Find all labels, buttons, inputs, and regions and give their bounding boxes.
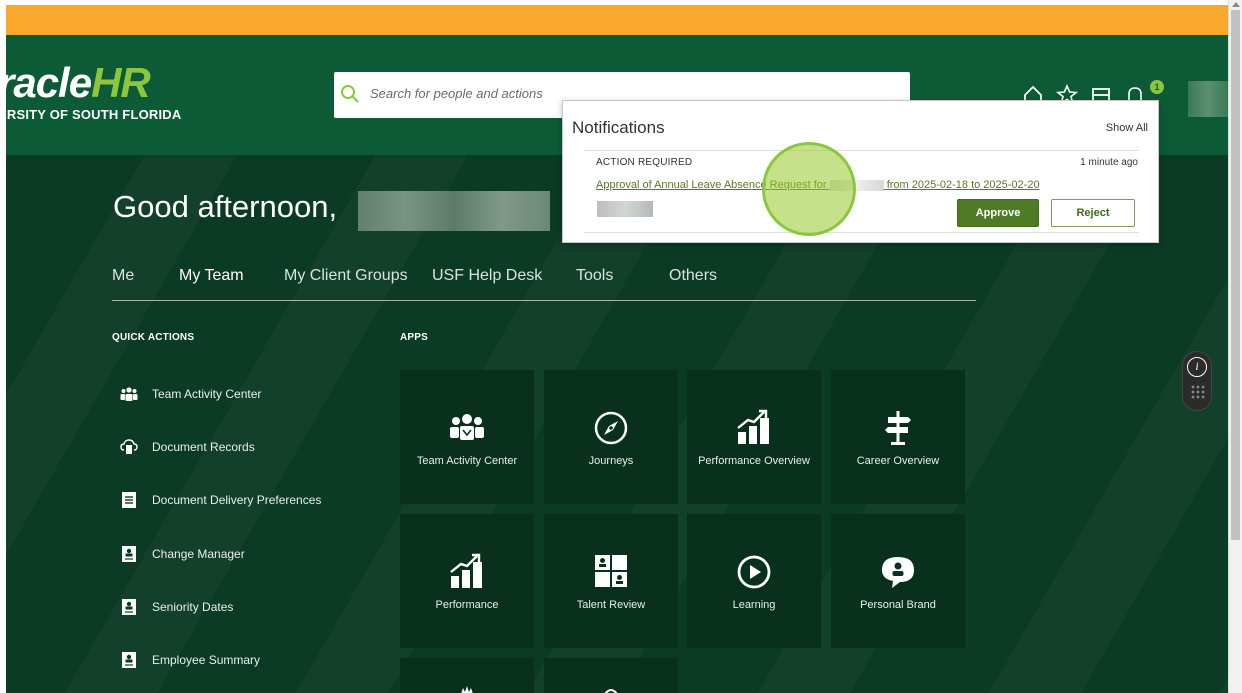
app-tile-label: Learning <box>732 599 776 611</box>
scrollbar-thumb[interactable] <box>1231 10 1240 540</box>
team-icon <box>120 387 138 401</box>
tab-me[interactable]: Me <box>112 267 134 285</box>
help-panel-toggle[interactable]: i <box>1182 351 1212 411</box>
person-card-icon <box>122 599 136 615</box>
app-tile-partial[interactable] <box>544 658 678 693</box>
quick-action-label: Change Manager <box>152 547 245 561</box>
quick-action-team-activity-center[interactable]: Team Activity Center <box>120 383 261 405</box>
search-input[interactable] <box>370 86 890 101</box>
app-tile-personal-brand[interactable]: Personal Brand <box>831 514 965 648</box>
document-cloud-icon <box>120 439 138 454</box>
link-suffix: from 2025-02-18 to 2025-02-20 <box>886 179 1040 191</box>
person-card-icon <box>122 546 136 562</box>
app-tile-team-activity-center[interactable]: Team Activity Center <box>400 370 534 504</box>
performance-chart-icon <box>737 409 769 444</box>
signpost-icon <box>885 411 911 445</box>
logo-wordmark: racleHR <box>0 61 181 105</box>
approve-button[interactable]: Approve <box>957 199 1039 227</box>
notifications-popup: Notifications Show All ACTION REQUIRED 1… <box>562 100 1159 243</box>
quick-actions-heading: QUICK ACTIONS <box>112 332 195 343</box>
tab-others[interactable]: Others <box>669 267 717 285</box>
quick-action-label: Team Activity Center <box>152 387 262 401</box>
app-tile-label: Personal Brand <box>860 599 936 611</box>
divider <box>584 150 1139 151</box>
logo-subtitle: ERSITY OF SOUTH FLORIDA <box>0 107 182 122</box>
app-tile-label: Career Overview <box>856 455 940 467</box>
show-all-link[interactable]: Show All <box>1106 122 1148 134</box>
app-tile-career-overview[interactable]: Career Overview <box>831 370 965 504</box>
quick-action-employee-summary[interactable]: Employee Summary <box>120 649 260 671</box>
grid-dots-icon[interactable] <box>1190 384 1206 400</box>
app-tile-label: Journeys <box>588 455 634 467</box>
compass-icon <box>594 411 628 445</box>
play-circle-icon <box>737 555 771 589</box>
quick-action-seniority-dates[interactable]: Seniority Dates <box>120 596 233 618</box>
app-icon-partial <box>604 689 618 693</box>
quick-action-change-manager[interactable]: Change Manager <box>120 543 245 565</box>
app-tile-performance[interactable]: Performance <box>400 514 534 648</box>
team-icon <box>450 414 484 440</box>
app-tile-partial[interactable] <box>400 658 534 693</box>
notifications-title: Notifications <box>572 118 665 137</box>
apps-heading: APPS <box>400 332 429 343</box>
user-avatar[interactable] <box>1188 81 1228 117</box>
app-tile-performance-overview[interactable]: Performance Overview <box>687 370 821 504</box>
app-tile-talent-review[interactable]: Talent Review <box>544 514 678 648</box>
logo-oracle-text: racle <box>0 59 92 106</box>
greeting-text: Good afternoon, <box>113 189 338 224</box>
quick-action-label: Seniority Dates <box>152 600 234 614</box>
quick-action-document-delivery-preferences[interactable]: Document Delivery Preferences <box>120 489 321 511</box>
logo-hr-text: HR <box>91 59 151 106</box>
reject-button[interactable]: Reject <box>1051 199 1135 227</box>
click-indicator <box>762 142 856 236</box>
app-tile-learning[interactable]: Learning <box>687 514 821 648</box>
tab-my-team[interactable]: My Team <box>179 267 244 285</box>
quick-action-label: Employee Summary <box>152 653 261 667</box>
app-tile-label: Team Activity Center <box>416 455 518 467</box>
redacted-user-name <box>358 191 550 231</box>
info-icon[interactable]: i <box>1187 357 1207 377</box>
notification-count-badge: 1 <box>1150 80 1164 94</box>
app-icon-partial <box>461 686 473 693</box>
quick-action-label: Document Delivery Preferences <box>152 493 322 507</box>
divider <box>584 232 1139 233</box>
search-icon <box>341 85 359 103</box>
oracle-hr-logo[interactable]: racleHR ERSITY OF SOUTH FLORIDA <box>0 61 182 123</box>
page-scrollbar[interactable] <box>1228 0 1242 693</box>
app-tile-label: Performance Overview <box>698 455 810 467</box>
springboard-tabs: Me My Team My Client Groups USF Help Des… <box>112 265 976 301</box>
talent-grid-icon <box>595 555 627 587</box>
app-tile-label: Talent Review <box>576 599 646 611</box>
tab-usf-help-desk[interactable]: USF Help Desk <box>432 267 542 285</box>
notification-timestamp: 1 minute ago <box>1080 157 1138 168</box>
scroll-up-arrow-icon[interactable] <box>1232 2 1240 7</box>
document-list-icon <box>122 492 136 508</box>
person-card-icon <box>122 652 136 668</box>
redacted-detail <box>597 201 653 217</box>
quick-action-label: Document Records <box>152 440 255 454</box>
performance-chart-icon <box>450 553 482 588</box>
app-tile-journeys[interactable]: Journeys <box>544 370 678 504</box>
environment-banner <box>6 5 1228 35</box>
speech-person-icon <box>882 557 914 588</box>
quick-action-document-records[interactable]: Document Records <box>120 436 255 458</box>
tab-tools[interactable]: Tools <box>576 267 613 285</box>
notification-category: ACTION REQUIRED <box>596 157 693 168</box>
tab-my-client-groups[interactable]: My Client Groups <box>284 267 408 285</box>
app-tile-label: Performance <box>435 599 499 611</box>
